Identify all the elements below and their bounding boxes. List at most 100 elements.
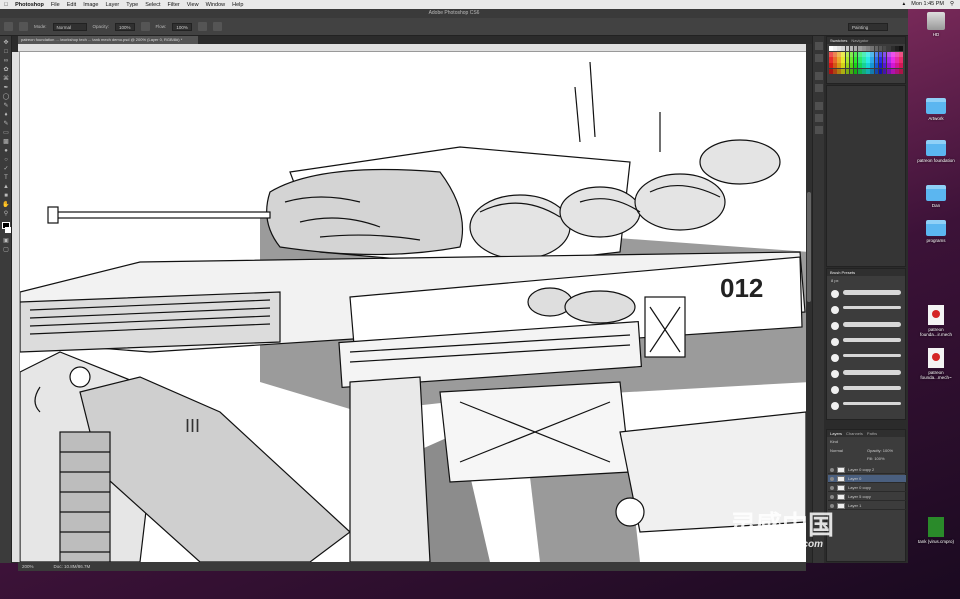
color-swatch[interactable]: [886, 63, 891, 69]
brush-preset[interactable]: [829, 350, 905, 365]
color-swatch[interactable]: [853, 68, 858, 74]
color-swatch[interactable]: [899, 68, 903, 74]
color-swatch[interactable]: [841, 68, 846, 74]
desktop-file-project[interactable]: tank (virus.cmpro): [916, 517, 956, 544]
clock[interactable]: Mon 1:45 PM: [911, 1, 944, 7]
airbrush-icon[interactable]: [197, 22, 207, 31]
document-canvas[interactable]: 012 III: [20, 52, 806, 562]
tab-swatches[interactable]: Swatches: [830, 37, 847, 44]
menu-type[interactable]: Type: [126, 2, 138, 8]
desktop-drive-hd[interactable]: HD: [916, 12, 956, 37]
color-swatch[interactable]: [833, 51, 837, 57]
scrollbar-thumb[interactable]: [807, 192, 811, 302]
color-swatch[interactable]: [895, 57, 899, 63]
color-swatch[interactable]: [841, 46, 846, 52]
zoom-tool-icon[interactable]: ⚲: [2, 211, 10, 218]
quick-mask-icon[interactable]: ▣: [2, 238, 10, 245]
desktop-file-pdf-1[interactable]: patreon founda...ir.mech: [916, 305, 956, 337]
color-swatch[interactable]: [857, 63, 862, 69]
path-select-tool-icon[interactable]: ▲: [2, 184, 10, 191]
opacity-field[interactable]: 100%: [115, 22, 135, 31]
color-swatch[interactable]: [833, 57, 837, 63]
brush-size-readout[interactable]: 8 px: [831, 278, 839, 283]
layer-blend-mode[interactable]: Normal: [830, 448, 843, 453]
color-swatch[interactable]: [829, 46, 833, 52]
status-zoom[interactable]: 200%: [22, 562, 34, 571]
color-swatch[interactable]: [878, 57, 883, 63]
color-swatch[interactable]: [829, 57, 833, 63]
color-swatch[interactable]: [862, 57, 866, 63]
color-swatch[interactable]: [837, 63, 841, 69]
color-swatch[interactable]: [845, 63, 850, 69]
layer-row[interactable]: Layer 0: [828, 475, 906, 483]
pressure-opacity-icon[interactable]: [140, 22, 150, 31]
swatch-grid[interactable]: [829, 46, 903, 74]
color-swatch[interactable]: [833, 46, 837, 52]
brush-tool-icon[interactable]: [4, 22, 13, 31]
menu-image[interactable]: Image: [83, 2, 98, 8]
shape-tool-icon[interactable]: ■: [2, 193, 10, 200]
color-swatch[interactable]: [837, 68, 841, 74]
menu-layer[interactable]: Layer: [106, 2, 120, 8]
history-brush-tool-icon[interactable]: ✎: [2, 121, 10, 128]
document-tab[interactable]: patreon foundation ... /workshop tech ..…: [18, 36, 198, 44]
search-icon[interactable]: ⚲: [950, 1, 954, 7]
color-swatch[interactable]: [841, 57, 846, 63]
color-swatch[interactable]: [870, 63, 875, 69]
color-swatch[interactable]: [899, 46, 903, 52]
brush-preset[interactable]: [829, 318, 905, 333]
brush-preset[interactable]: [829, 366, 905, 381]
color-swatch[interactable]: [886, 46, 891, 52]
history-panel-icon[interactable]: [815, 42, 823, 50]
color-swatch[interactable]: [878, 63, 883, 69]
color-swatch[interactable]: [841, 51, 846, 57]
tab-brush-presets[interactable]: Brush Presets: [830, 269, 855, 276]
flow-field[interactable]: 100%: [172, 22, 192, 31]
clone-source-panel-icon[interactable]: [815, 84, 823, 92]
brush-tool-icon[interactable]: ✎: [2, 103, 10, 110]
background-color-swatch[interactable]: [5, 227, 11, 233]
gradient-tool-icon[interactable]: ▩: [2, 139, 10, 146]
color-swatch[interactable]: [886, 57, 891, 63]
brush-preset-picker-icon[interactable]: [19, 22, 28, 31]
color-swatch[interactable]: [891, 57, 895, 63]
color-swatch[interactable]: [874, 51, 879, 57]
brush-preset[interactable]: [829, 334, 905, 349]
tab-channels[interactable]: Channels: [846, 430, 863, 437]
menu-file[interactable]: File: [51, 2, 60, 8]
color-swatch[interactable]: [829, 68, 833, 74]
layer-row[interactable]: Layer 0 copy: [828, 484, 906, 492]
color-swatch[interactable]: [866, 57, 870, 63]
color-swatch[interactable]: [882, 57, 887, 63]
color-swatch[interactable]: [882, 46, 887, 52]
info-panel-icon[interactable]: [815, 102, 823, 110]
layer-row[interactable]: Layer 0 copy 2: [828, 466, 906, 474]
move-tool-icon[interactable]: ✥: [2, 40, 10, 47]
pen-tool-icon[interactable]: ✓: [2, 166, 10, 173]
color-swatch[interactable]: [899, 51, 903, 57]
color-swatch[interactable]: [862, 46, 866, 52]
color-swatch[interactable]: [829, 51, 833, 57]
brush-preset[interactable]: [829, 302, 905, 317]
color-swatch[interactable]: [899, 57, 903, 63]
hand-tool-icon[interactable]: ✋: [2, 202, 10, 209]
color-swatch[interactable]: [857, 51, 862, 57]
color-swatch[interactable]: [849, 68, 854, 74]
wifi-icon[interactable]: ▴: [902, 1, 905, 7]
crop-tool-icon[interactable]: ⌘: [2, 76, 10, 83]
color-swatch[interactable]: [862, 51, 866, 57]
color-swatch[interactable]: [845, 46, 850, 52]
color-swatch[interactable]: [874, 68, 879, 74]
color-swatch[interactable]: [849, 63, 854, 69]
color-swatch[interactable]: [886, 51, 891, 57]
actions-panel-icon[interactable]: [815, 54, 823, 62]
color-swatch[interactable]: [882, 51, 887, 57]
color-swatch[interactable]: [891, 68, 895, 74]
menu-window[interactable]: Window: [206, 2, 226, 8]
desktop-folder-artwork[interactable]: Artwork: [916, 98, 956, 121]
color-swatch[interactable]: [878, 46, 883, 52]
color-swatch[interactable]: [899, 63, 903, 69]
color-swatch[interactable]: [886, 68, 891, 74]
color-swatch[interactable]: [891, 63, 895, 69]
color-swatch[interactable]: [849, 57, 854, 63]
